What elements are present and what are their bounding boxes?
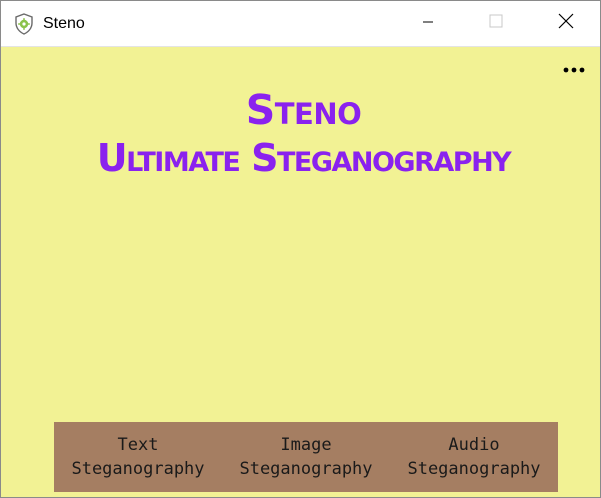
nav-label-line2: Steganography: [407, 459, 541, 479]
close-button[interactable]: [543, 1, 589, 46]
nav-label-line1: Audio: [448, 435, 500, 455]
nav-label-line1: Image: [280, 435, 332, 455]
app-title: Steno: [245, 86, 362, 134]
app-subtitle: Ultimate Steganography: [96, 136, 512, 180]
app-window: Steno Steno Ultimate Steganography Text …: [0, 0, 601, 498]
more-options-button[interactable]: [561, 61, 587, 77]
maximize-button[interactable]: [473, 1, 519, 46]
shield-gear-icon: [14, 13, 34, 35]
text-steganography-button[interactable]: Text Steganography: [54, 422, 222, 492]
nav-label-line1: Text: [117, 435, 159, 455]
audio-steganography-button[interactable]: Audio Steganography: [390, 422, 558, 492]
steganography-nav-bar: Text Steganography Image Steganography A…: [54, 422, 558, 492]
more-horizontal-icon: [563, 60, 585, 78]
window-title: Steno: [43, 15, 85, 32]
title-bar[interactable]: Steno: [1, 1, 600, 47]
image-steganography-button[interactable]: Image Steganography: [222, 422, 390, 492]
minimize-icon: [422, 15, 434, 33]
minimize-button[interactable]: [405, 1, 451, 46]
nav-label-line2: Steganography: [71, 459, 205, 479]
maximize-icon: [489, 14, 503, 33]
close-icon: [558, 13, 574, 34]
nav-label-line2: Steganography: [239, 459, 373, 479]
